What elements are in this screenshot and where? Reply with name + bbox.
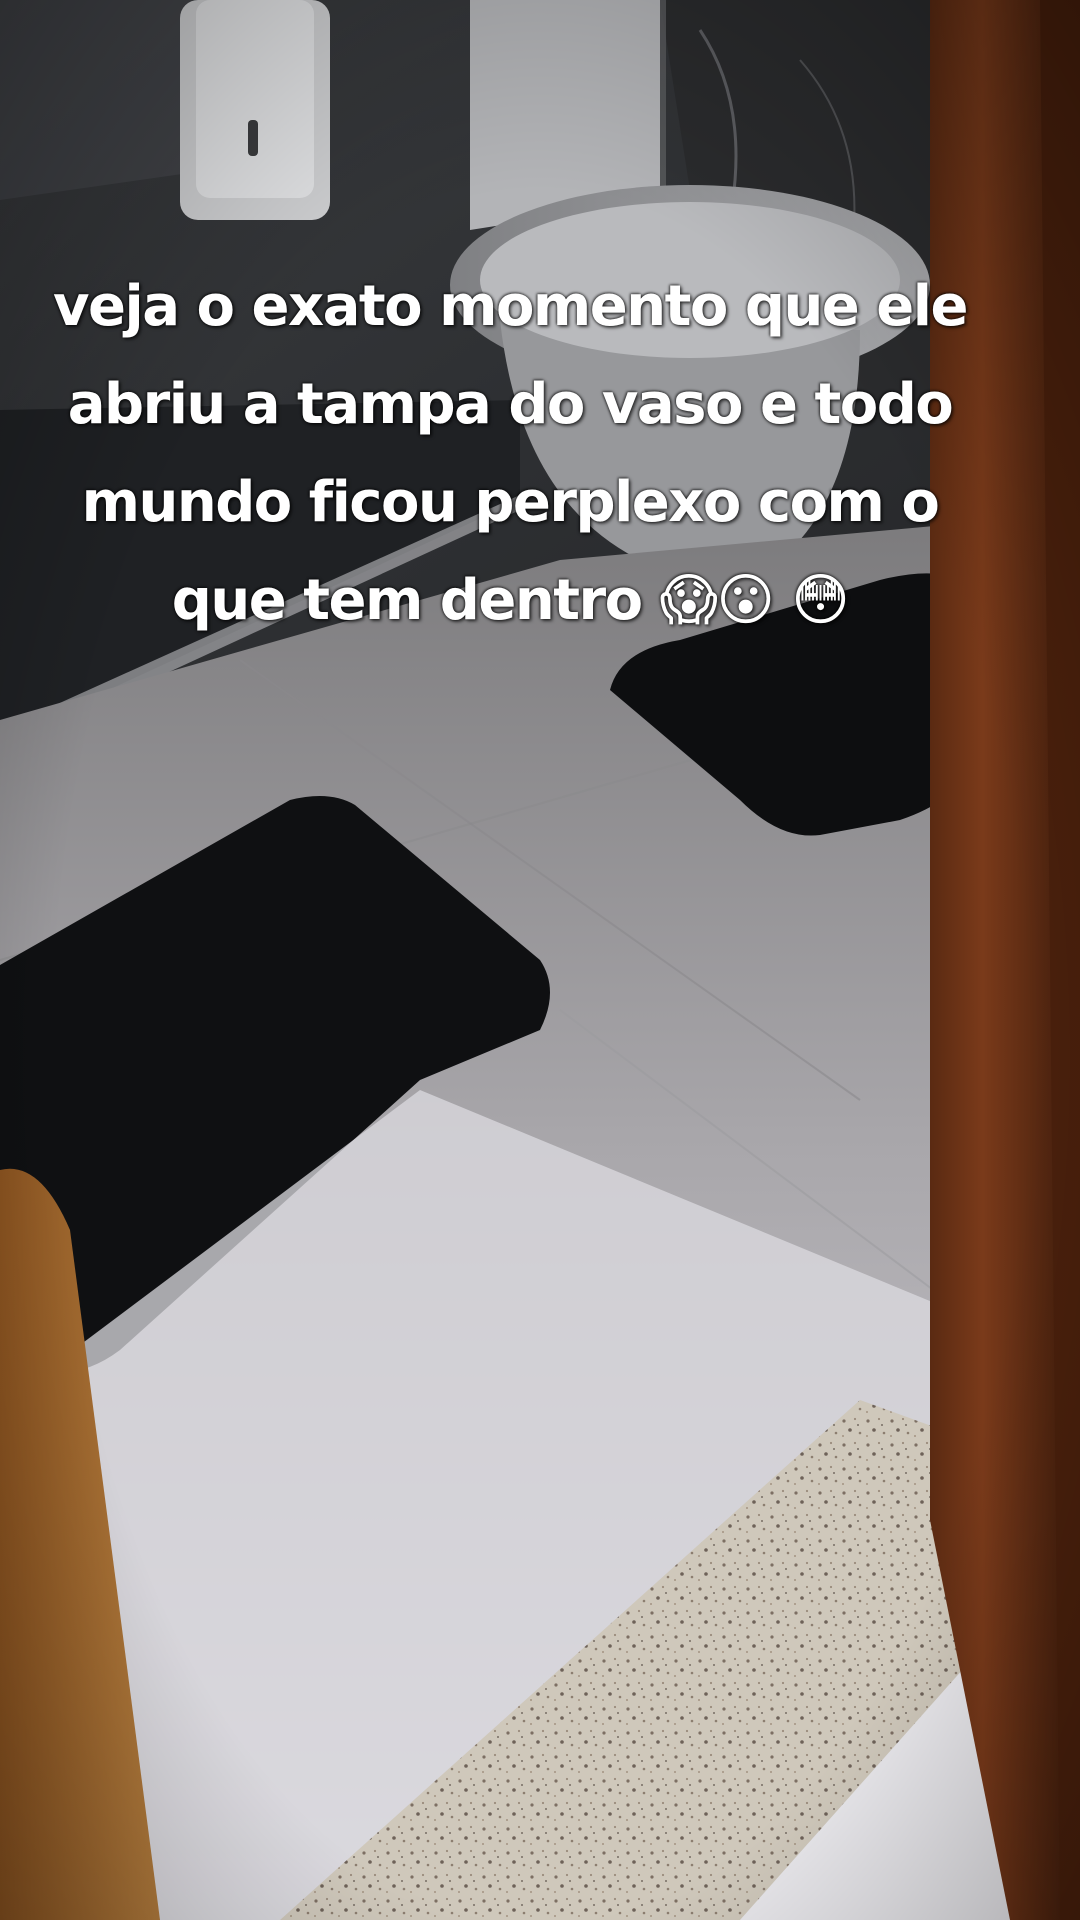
- video-caption: veja o exato momento que ele abriu a tam…: [53, 274, 968, 633]
- video-frame: veja o exato momento que ele abriu a tam…: [0, 0, 1080, 1920]
